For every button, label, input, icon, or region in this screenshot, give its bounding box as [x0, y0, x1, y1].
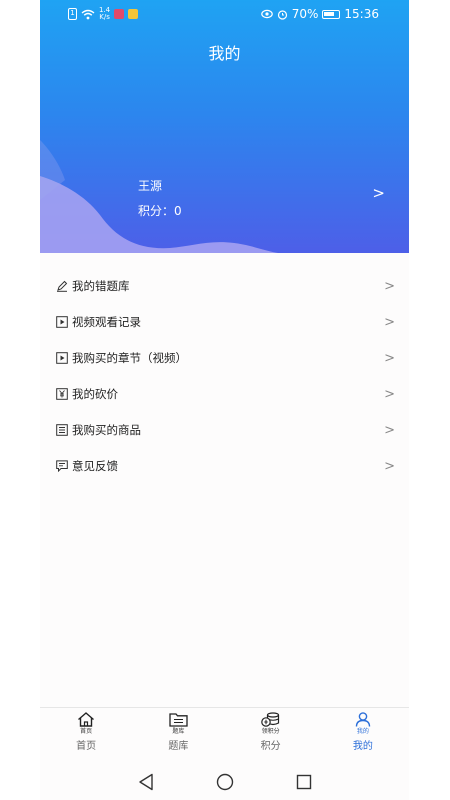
right-margin	[409, 0, 450, 800]
tab-question-bank-label: 题库	[168, 741, 189, 752]
folder-icon	[169, 713, 188, 727]
menu-item-label: 视频观看记录	[72, 315, 141, 329]
battery-icon	[322, 9, 341, 19]
system-navigation-bar	[0, 763, 450, 800]
bottom-tab-bar: 首页 首页 题库 题库 领积分 积分 我的 我的	[40, 707, 409, 763]
list-icon	[56, 424, 68, 436]
app-yellow-icon	[128, 9, 139, 19]
menu-item-purchased-goods[interactable]: 我购买的商品 >	[40, 412, 409, 448]
chevron-right-icon: >	[384, 314, 395, 330]
menu-item-label: 我的砍价	[72, 387, 118, 401]
coins-icon	[261, 712, 280, 727]
profile-arrow-icon[interactable]: >	[372, 184, 385, 202]
tab-mine[interactable]: 我的 我的	[317, 708, 409, 763]
home-circle-icon[interactable]	[216, 773, 234, 791]
yuan-icon	[56, 388, 68, 400]
tab-question-bank-caption: 题库	[172, 728, 185, 735]
tab-home-caption: 首页	[80, 728, 93, 735]
chevron-right-icon: >	[384, 350, 395, 366]
tab-mine-label: 我的	[352, 741, 373, 752]
battery-percent: 70%	[291, 7, 319, 21]
menu-item-label: 意见反馈	[72, 459, 118, 473]
menu-item-wrong-questions[interactable]: 我的错题库 >	[40, 268, 409, 304]
chevron-right-icon: >	[384, 386, 395, 402]
back-icon[interactable]	[138, 773, 154, 791]
pen-icon	[56, 280, 68, 292]
tab-question-bank[interactable]: 题库 题库	[132, 708, 224, 763]
comment-icon	[56, 460, 68, 472]
left-margin	[0, 0, 40, 800]
profile-header: 1 1.4 K/s 70% 15:36 我的 王源 积分：0 >	[40, 0, 409, 253]
app-red-icon	[114, 9, 125, 19]
eye-icon	[260, 9, 273, 19]
play-icon	[56, 316, 68, 328]
user-name[interactable]: 王源	[138, 177, 162, 194]
phone-screen: 1 1.4 K/s 70% 15:36 我的 王源 积分：0 > 我的错题库 >…	[40, 0, 409, 800]
chevron-right-icon: >	[384, 278, 395, 294]
alarm-icon	[277, 9, 287, 20]
page-title: 我的	[208, 44, 241, 63]
recents-square-icon[interactable]	[296, 774, 312, 790]
menu-item-bargains[interactable]: 我的砍价 >	[40, 376, 409, 412]
user-points: 积分：0	[138, 204, 182, 218]
menu-item-purchased-chapters[interactable]: 我购买的章节（视频） >	[40, 340, 409, 376]
tab-points[interactable]: 领积分 积分	[225, 708, 317, 763]
home-icon	[78, 712, 95, 727]
menu-item-label: 我购买的商品	[72, 423, 141, 437]
chevron-right-icon: >	[384, 422, 395, 438]
menu-item-feedback[interactable]: 意见反馈 >	[40, 448, 409, 484]
menu-list: 我的错题库 > 视频观看记录 > 我购买的章节（视频） > 我的砍价 > 我购买…	[40, 268, 409, 484]
tab-points-label: 积分	[260, 741, 281, 752]
tab-mine-caption: 我的	[356, 728, 369, 735]
menu-item-label: 我的错题库	[72, 279, 130, 293]
menu-item-label: 我购买的章节（视频）	[72, 351, 187, 365]
tab-points-caption: 领积分	[261, 728, 280, 735]
person-icon	[355, 712, 371, 727]
clock: 15:36	[344, 7, 379, 21]
status-bar: 1 1.4 K/s 70% 15:36	[40, 0, 409, 28]
tab-home-label: 首页	[76, 741, 97, 752]
wave-decoration	[40, 140, 280, 253]
net-speed: 1.4 K/s	[99, 6, 111, 21]
menu-item-video-history[interactable]: 视频观看记录 >	[40, 304, 409, 340]
wifi-icon	[81, 9, 95, 19]
chevron-right-icon: >	[384, 458, 395, 474]
tab-home[interactable]: 首页 首页	[40, 708, 132, 763]
play-icon	[56, 352, 68, 364]
sim-icon: 1	[68, 8, 77, 20]
